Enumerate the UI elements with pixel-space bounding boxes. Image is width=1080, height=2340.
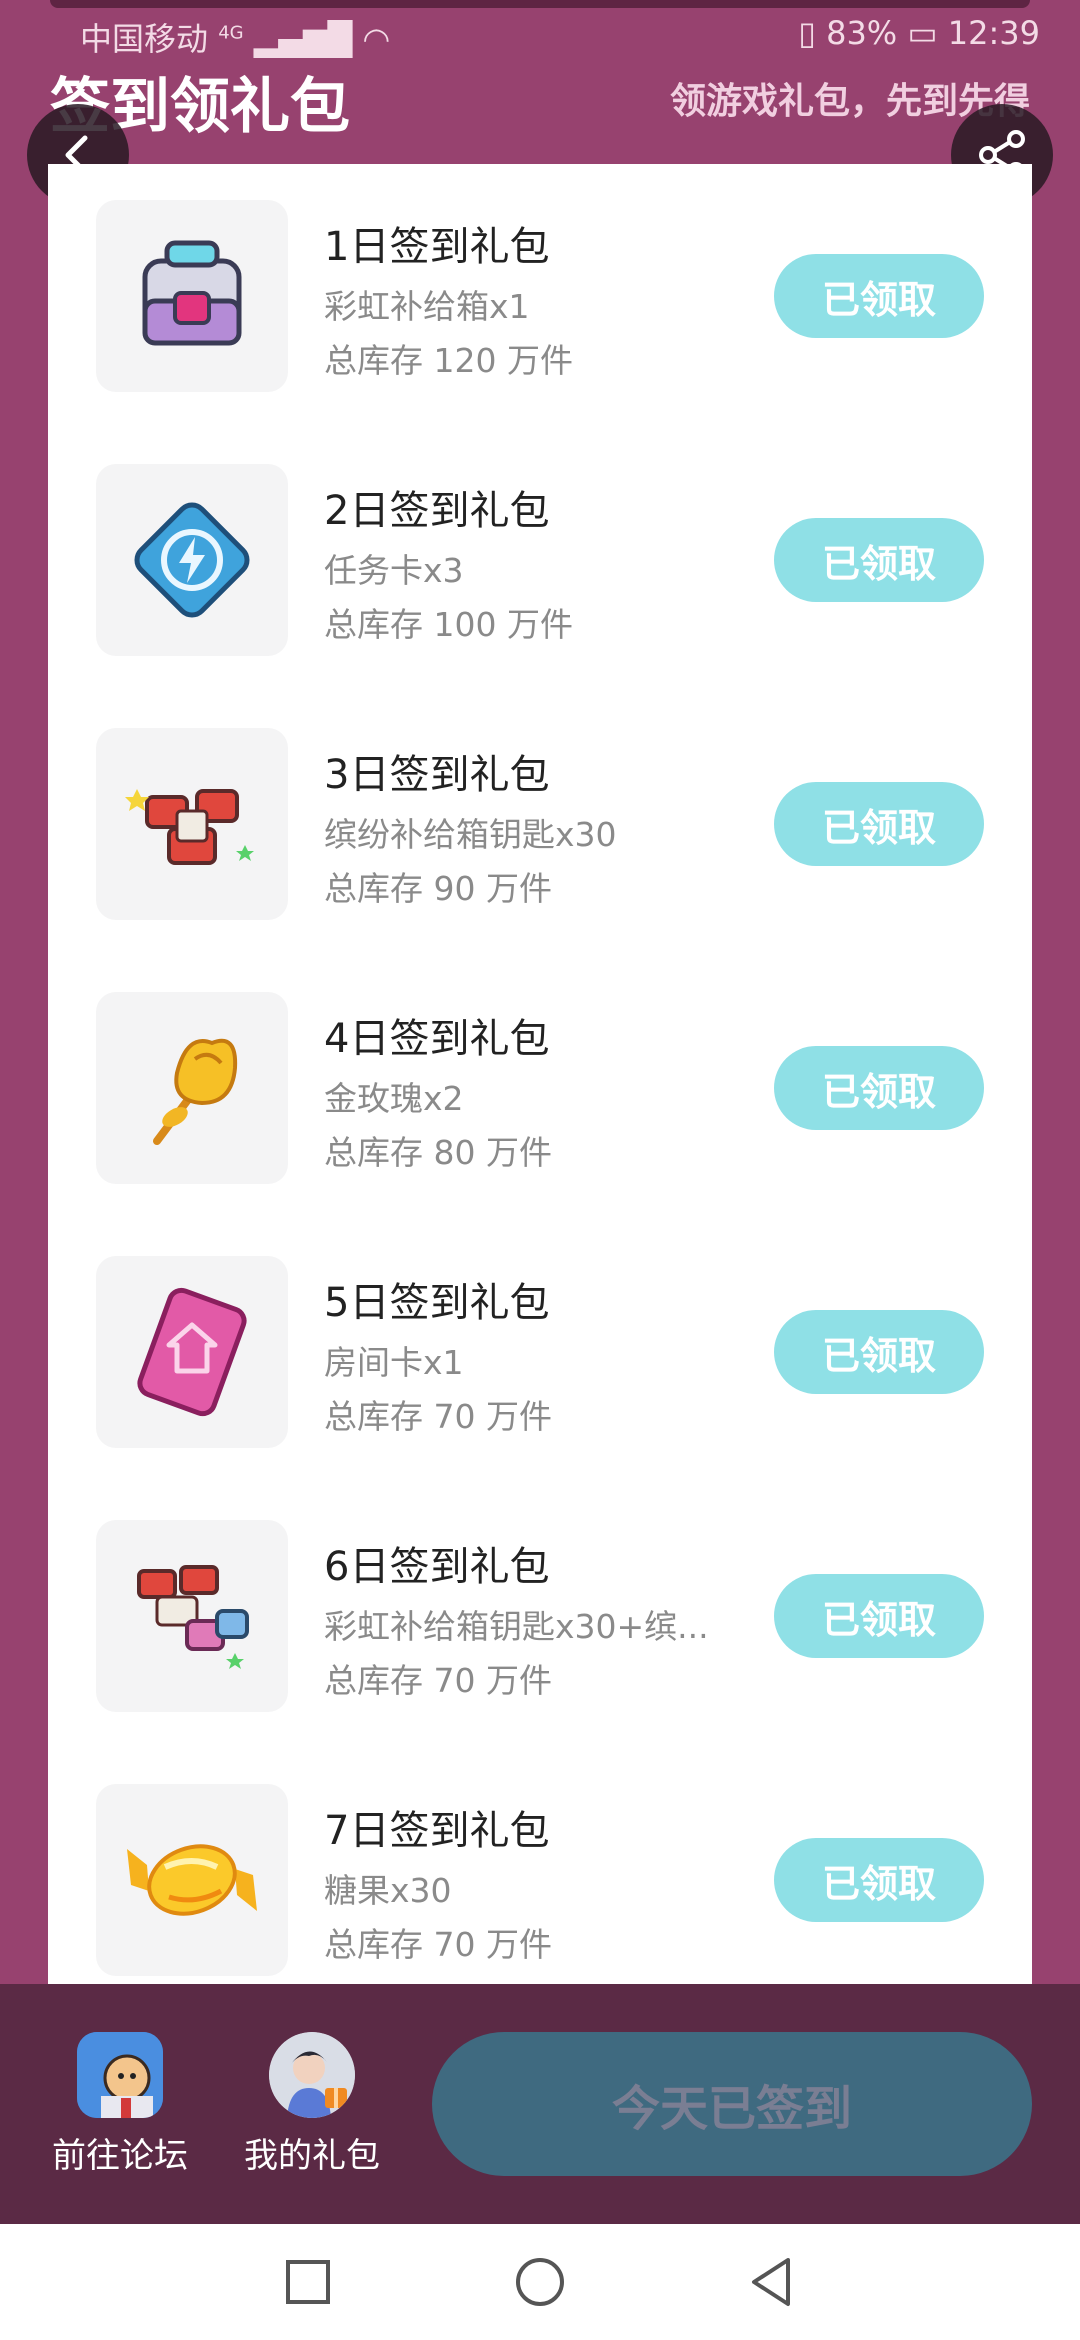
gift-item-day4: 4日签到礼包 金玫瑰x2 总库存 80 万件 已领取 bbox=[48, 956, 1032, 1220]
gift-item-day7: 7日签到礼包 糖果x30 总库存 70 万件 已领取 bbox=[48, 1748, 1032, 1984]
status-right: ▯ 83% ▭ 12:39 bbox=[798, 14, 1040, 52]
gift-title: 5日签到礼包 bbox=[324, 1280, 550, 1326]
gift-item-day6: 6日签到礼包 彩虹补给箱钥匙x30+缤... 总库存 70 万件 已领取 bbox=[48, 1484, 1032, 1748]
claimed-button[interactable]: 已领取 bbox=[774, 1310, 984, 1394]
bottom-bar: 前往论坛 我的礼包 今天已签到 bbox=[0, 1984, 1080, 2224]
gift-thumbnail bbox=[96, 992, 288, 1184]
avatar bbox=[269, 2032, 355, 2118]
gift-title: 2日签到礼包 bbox=[324, 488, 550, 534]
my-gifts-link[interactable]: 我的礼包 bbox=[232, 2032, 392, 2177]
gift-description: 彩虹补给箱钥匙x30+缤... bbox=[324, 1607, 709, 1646]
forum-label: 前往论坛 bbox=[52, 2136, 188, 2176]
wifi-icon: ◠ bbox=[362, 20, 391, 58]
gift-item-day2: 2日签到礼包 任务卡x3 总库存 100 万件 已领取 bbox=[48, 428, 1032, 692]
signal-icon: ▂▄▆█ bbox=[253, 20, 353, 58]
gift-description: 任务卡x3 bbox=[324, 551, 464, 590]
signed-in-button[interactable]: 今天已签到 bbox=[432, 2032, 1032, 2176]
back-nav-icon[interactable] bbox=[740, 2250, 804, 2314]
gift-description: 彩虹补给箱x1 bbox=[324, 287, 530, 326]
gift-item-day1: 1日签到礼包 彩虹补给箱x1 总库存 120 万件 已领取 bbox=[48, 164, 1032, 428]
system-nav-bar bbox=[0, 2224, 1080, 2340]
recent-apps-icon[interactable] bbox=[276, 2250, 340, 2314]
gift-title: 1日签到礼包 bbox=[324, 224, 550, 270]
rainbow-supply-box-icon bbox=[142, 240, 242, 346]
gift-title: 6日签到礼包 bbox=[324, 1544, 550, 1590]
gift-item-day5: 5日签到礼包 房间卡x1 总库存 70 万件 已领取 bbox=[48, 1220, 1032, 1484]
gift-stock: 总库存 100 万件 bbox=[324, 605, 573, 644]
battery-percent: 83% bbox=[826, 14, 898, 52]
gift-thumbnail bbox=[96, 1784, 288, 1976]
claimed-button[interactable]: 已领取 bbox=[774, 1574, 984, 1658]
clock: 12:39 bbox=[947, 14, 1040, 52]
gift-list: 1日签到礼包 彩虹补给箱x1 总库存 120 万件 已领取 2日签到礼包 任务卡… bbox=[48, 164, 1032, 1984]
claimed-button[interactable]: 已领取 bbox=[774, 1046, 984, 1130]
carrier-label: 中国移动 bbox=[80, 20, 209, 58]
golden-rose-icon bbox=[153, 1038, 238, 1145]
claimed-button[interactable]: 已领取 bbox=[774, 254, 984, 338]
gift-item-day3: 3日签到礼包 缤纷补给箱钥匙x30 总库存 90 万件 已领取 bbox=[48, 692, 1032, 956]
gift-thumbnail bbox=[96, 200, 288, 392]
candy-icon bbox=[127, 1844, 257, 1916]
gift-stock: 总库存 70 万件 bbox=[324, 1661, 552, 1700]
supply-box-keys-icon bbox=[125, 789, 254, 865]
network-label: 4G bbox=[218, 22, 244, 44]
gift-thumbnail bbox=[96, 728, 288, 920]
forum-icon bbox=[77, 2032, 163, 2118]
gift-stock: 总库存 120 万件 bbox=[324, 341, 573, 380]
gift-stock: 总库存 80 万件 bbox=[324, 1133, 552, 1172]
rainbow-keys-bundle-icon bbox=[137, 1565, 249, 1669]
claimed-button[interactable]: 已领取 bbox=[774, 518, 984, 602]
gift-title: 7日签到礼包 bbox=[324, 1808, 550, 1854]
home-icon[interactable] bbox=[508, 2250, 572, 2314]
gift-title: 4日签到礼包 bbox=[324, 1016, 550, 1062]
gift-thumbnail bbox=[96, 464, 288, 656]
my-gifts-label: 我的礼包 bbox=[244, 2136, 380, 2176]
gift-stock: 总库存 70 万件 bbox=[324, 1925, 552, 1964]
claimed-button[interactable]: 已领取 bbox=[774, 1838, 984, 1922]
room-card-icon bbox=[137, 1287, 247, 1417]
gift-description: 糖果x30 bbox=[324, 1871, 452, 1910]
vibrate-icon: ▯ bbox=[798, 14, 816, 52]
gift-title: 3日签到礼包 bbox=[324, 752, 550, 798]
gift-stock: 总库存 70 万件 bbox=[324, 1397, 552, 1436]
forum-link[interactable]: 前往论坛 bbox=[40, 2032, 200, 2177]
gift-stock: 总库存 90 万件 bbox=[324, 869, 552, 908]
battery-icon: ▭ bbox=[907, 14, 938, 52]
gift-description: 金玫瑰x2 bbox=[324, 1079, 464, 1118]
gift-description: 缤纷补给箱钥匙x30 bbox=[324, 815, 617, 854]
gift-thumbnail bbox=[96, 1520, 288, 1712]
gift-thumbnail bbox=[96, 1256, 288, 1448]
claimed-button[interactable]: 已领取 bbox=[774, 782, 984, 866]
status-left: 中国移动 4G ▂▄▆█ ◠ bbox=[80, 14, 390, 60]
task-card-icon bbox=[134, 502, 250, 618]
gift-description: 房间卡x1 bbox=[324, 1343, 464, 1382]
